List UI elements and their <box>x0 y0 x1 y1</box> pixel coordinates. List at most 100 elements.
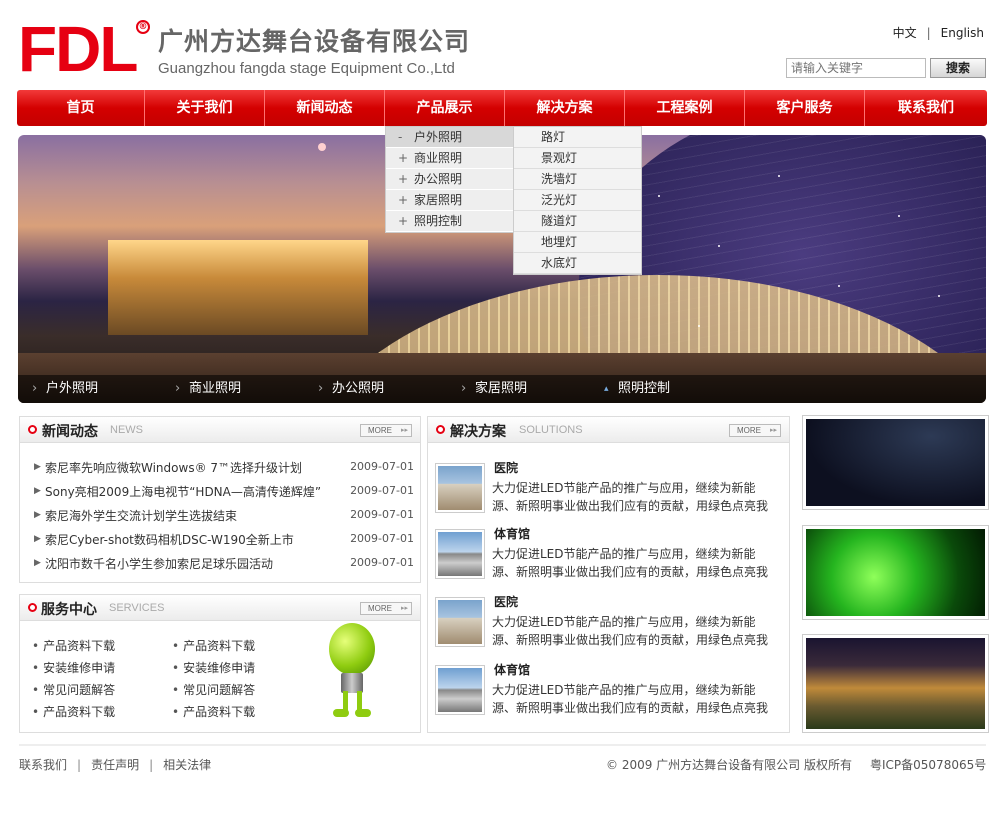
news-item-date: 2009-07-01 <box>350 460 414 473</box>
products-submenu: 路灯 景观灯 洗墙灯 泛光灯 隧道灯 地埋灯 水底灯 <box>513 126 642 275</box>
service-link-label: 常见问题解答 <box>183 683 256 697</box>
dropdown-category-home[interactable]: + 家居照明 <box>386 190 513 211</box>
promo-image-road-night[interactable] <box>802 415 989 510</box>
solution-thumbnail[interactable] <box>435 463 485 513</box>
news-item[interactable]: ▶ 索尼率先响应微软Windows® 7™选择升级计划 2009-07-01 <box>34 457 414 481</box>
submenu-item[interactable]: 景观灯 <box>514 148 641 169</box>
service-link-label: 产品资料下载 <box>183 639 256 653</box>
service-link[interactable]: • 产品资料下载 <box>32 703 115 720</box>
service-link[interactable]: • 常见问题解答 <box>32 681 115 698</box>
lang-chinese-link[interactable]: 中文 <box>893 24 917 41</box>
nav-item-home[interactable]: 首页 <box>17 90 145 126</box>
news-item-title: 索尼率先响应微软Windows® 7™选择升级计划 <box>45 461 303 475</box>
nav-item-contact[interactable]: 联系我们 <box>865 90 987 126</box>
banner-moon-light <box>318 143 326 151</box>
copyright-text: © 2009 广州方达舞台设备有限公司 版权所有 <box>606 758 852 772</box>
submenu-item[interactable]: 水底灯 <box>514 253 641 274</box>
solutions-panel-title-en: SOLUTIONS <box>519 424 583 436</box>
submenu-item[interactable]: 隧道灯 <box>514 211 641 232</box>
nav-item-projects[interactable]: 工程案例 <box>625 90 745 126</box>
footer-link-legal[interactable]: 相关法律 <box>163 758 211 772</box>
solution-description: 大力促进LED节能产品的推广与应用，继续为新能源、新照明事业做出我们应有的贡献，… <box>492 481 769 513</box>
banner-star <box>658 195 660 197</box>
footer-link-disclaimer[interactable]: 责任声明 <box>91 758 139 772</box>
services-panel-header: 服务中心 SERVICES MORE <box>20 595 420 621</box>
footer-separator: | <box>77 758 82 772</box>
news-item-title: 索尼Cyber-shot数码相机DSC-W190全新上市 <box>45 533 294 547</box>
solution-item[interactable]: 医院 大力促进LED节能产品的推广与应用，继续为新能源、新照明事业做出我们应有的… <box>435 459 785 519</box>
news-item-date: 2009-07-01 <box>350 532 414 545</box>
service-link[interactable]: • 产品资料下载 <box>172 637 255 654</box>
dropdown-category-control[interactable]: + 照明控制 <box>386 211 513 232</box>
services-panel-title-en: SERVICES <box>109 602 165 614</box>
nav-item-solutions[interactable]: 解决方案 <box>505 90 625 126</box>
banner-star <box>898 215 900 217</box>
banner-star <box>718 245 720 247</box>
service-link-label: 安装维修申请 <box>183 661 256 675</box>
solution-thumbnail[interactable] <box>435 597 485 647</box>
arrow-right-icon: ▶ <box>34 558 41 568</box>
dropdown-category-label: 办公照明 <box>414 172 463 186</box>
solution-title[interactable]: 体育馆 <box>494 661 530 678</box>
solution-thumbnail[interactable] <box>435 529 485 579</box>
service-link[interactable]: • 安装维修申请 <box>172 659 255 676</box>
news-more-button[interactable]: MORE <box>360 424 412 437</box>
solution-item[interactable]: 医院 大力促进LED节能产品的推广与应用，继续为新能源、新照明事业做出我们应有的… <box>435 593 785 653</box>
solution-description: 大力促进LED节能产品的推广与应用，继续为新能源、新照明事业做出我们应有的贡献，… <box>492 615 769 647</box>
banner-tab-office[interactable]: 办公照明 <box>304 375 447 403</box>
solution-title[interactable]: 体育馆 <box>494 525 530 542</box>
solutions-more-button[interactable]: MORE <box>729 424 781 437</box>
submenu-item[interactable]: 地埋灯 <box>514 232 641 253</box>
nav-item-service[interactable]: 客户服务 <box>745 90 865 126</box>
collapse-icon: - <box>398 130 403 144</box>
service-link[interactable]: • 常见问题解答 <box>172 681 255 698</box>
solution-item[interactable]: 体育馆 大力促进LED节能产品的推广与应用，继续为新能源、新照明事业做出我们应有… <box>435 525 785 585</box>
lang-separator: | <box>926 26 931 40</box>
logo-text: FDL <box>18 13 138 85</box>
footer-link-contact[interactable]: 联系我们 <box>19 758 67 772</box>
news-item[interactable]: ▶ 索尼Cyber-shot数码相机DSC-W190全新上市 2009-07-01 <box>34 529 414 553</box>
search-button[interactable]: 搜索 <box>930 58 986 78</box>
news-item[interactable]: ▶ 沈阳市数千名小学生参加索尼足球乐园活动 2009-07-01 <box>34 553 414 577</box>
service-link[interactable]: • 产品资料下载 <box>32 637 115 654</box>
dropdown-category-outdoor[interactable]: - 户外照明 <box>386 127 513 148</box>
promo-image-street-lights[interactable] <box>802 634 989 733</box>
company-name-en: Guangzhou fangda stage Equipment Co.,Ltd <box>158 60 455 77</box>
banner-tab-commercial[interactable]: 商业照明 <box>161 375 304 403</box>
lang-english-link[interactable]: English <box>941 26 984 40</box>
news-item[interactable]: ▶ 索尼海外学生交流计划学生选拔结束 2009-07-01 <box>34 505 414 529</box>
bullet-icon: • <box>172 683 180 697</box>
search-input[interactable] <box>786 58 926 78</box>
services-panel: 服务中心 SERVICES MORE •产品资料下载 •安装维修申请 •常见问题… <box>19 594 421 733</box>
solution-item[interactable]: 体育馆 大力促进LED节能产品的推广与应用，继续为新能源、新照明事业做出我们应有… <box>435 661 785 721</box>
dropdown-category-commercial[interactable]: + 商业照明 <box>386 148 513 169</box>
nav-item-news[interactable]: 新闻动态 <box>265 90 385 126</box>
banner-tab-control[interactable]: 照明控制 <box>590 375 733 403</box>
service-link-label: 安装维修申请 <box>43 661 116 675</box>
company-logo[interactable]: FDL ® <box>18 13 154 85</box>
news-item[interactable]: ▶ Sony亮相2009上海电视节“HDNA—高清传递辉煌” 2009-07-01 <box>34 481 414 505</box>
dropdown-category-office[interactable]: + 办公照明 <box>386 169 513 190</box>
services-more-button[interactable]: MORE <box>360 602 412 615</box>
solution-title[interactable]: 医院 <box>494 593 518 610</box>
solution-description: 大力促进LED节能产品的推广与应用，继续为新能源、新照明事业做出我们应有的贡献，… <box>492 547 769 579</box>
solution-thumbnail[interactable] <box>435 665 485 715</box>
service-link[interactable]: • 安装维修申请 <box>32 659 115 676</box>
footer-separator: | <box>149 758 154 772</box>
news-item-title: Sony亮相2009上海电视节“HDNA—高清传递辉煌” <box>45 485 322 499</box>
submenu-item[interactable]: 泛光灯 <box>514 190 641 211</box>
main-nav: 首页 关于我们 新闻动态 产品展示 解决方案 工程案例 客户服务 联系我们 <box>17 90 987 126</box>
bullet-ring-icon <box>28 425 37 434</box>
banner-tab-home[interactable]: 家居照明 <box>447 375 590 403</box>
nav-item-about[interactable]: 关于我们 <box>145 90 265 126</box>
solutions-panel: 解决方案 SOLUTIONS MORE 医院 大力促进LED节能产品的推广与应用… <box>427 416 790 733</box>
banner-tab-outdoor[interactable]: 户外照明 <box>18 375 161 403</box>
banner-hall-building <box>108 240 368 335</box>
service-link[interactable]: • 产品资料下载 <box>172 703 255 720</box>
promo-image-green-bulb[interactable] <box>802 525 989 620</box>
solution-title[interactable]: 医院 <box>494 459 518 476</box>
news-item-date: 2009-07-01 <box>350 556 414 569</box>
submenu-item[interactable]: 路灯 <box>514 127 641 148</box>
submenu-item[interactable]: 洗墙灯 <box>514 169 641 190</box>
nav-item-products[interactable]: 产品展示 <box>385 90 505 126</box>
